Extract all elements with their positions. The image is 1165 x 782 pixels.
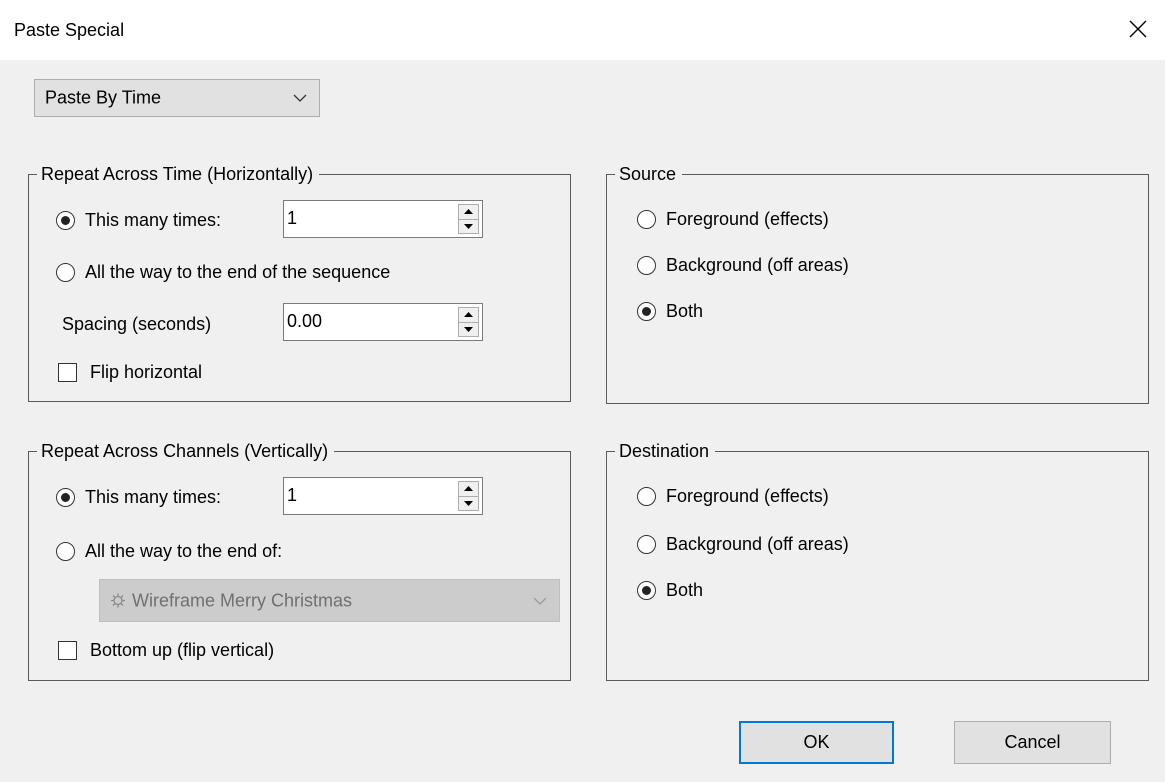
caret-down-icon [464,223,473,229]
cancel-button[interactable]: Cancel [954,721,1111,764]
source-background-label: Background (off areas) [666,254,849,275]
source-legend: Source [619,164,677,184]
repeat-channels-to-end-radio[interactable]: All the way to the end of: [56,539,282,563]
radio-unselected-icon [637,534,656,554]
source-both-radio[interactable]: Both [637,299,703,323]
radio-unselected-icon [637,255,656,275]
repeat-channels-to-end-label: All the way to the end of: [85,540,283,561]
caret-up-icon [464,209,473,215]
chevron-down-icon [533,597,547,605]
destination-both-radio[interactable]: Both [637,578,703,602]
gear-icon [111,593,125,608]
repeat-channels-legend: Repeat Across Channels (Vertically) [41,441,329,461]
close-button[interactable] [1121,12,1155,46]
repeat-time-count-label: This many times: [85,209,222,230]
destination-foreground-radio[interactable]: Foreground (effects) [637,484,829,508]
source-foreground-label: Foreground (effects) [666,208,829,229]
repeat-time-count-stepper[interactable] [283,200,483,238]
repeat-time-legend: Repeat Across Time (Horizontally) [41,164,314,184]
target-model-dropdown[interactable]: Wireframe Merry Christmas [99,579,560,622]
dialog-title: Paste Special [14,20,125,40]
chevron-down-icon [293,94,307,102]
caret-up-icon [464,312,473,318]
repeat-channels-count-radio[interactable]: This many times: [56,485,221,509]
source-both-label: Both [666,300,704,321]
spacing-stepper[interactable] [283,303,483,341]
destination-legend: Destination [619,441,710,461]
radio-unselected-icon [637,486,656,506]
repeat-channels-count-input[interactable] [287,482,437,508]
source-background-radio[interactable]: Background (off areas) [637,253,849,277]
repeat-channels-count-label: This many times: [85,486,222,507]
target-model-value-wrap: Wireframe Merry Christmas [110,590,352,611]
spin-up-button[interactable] [458,307,479,323]
spin-down-button[interactable] [458,496,479,511]
radio-unselected-icon [56,541,75,561]
caret-down-icon [464,500,473,506]
destination-background-radio[interactable]: Background (off areas) [637,532,849,556]
repeat-time-count-input[interactable] [287,205,437,231]
paste-mode-value: Paste By Time [45,87,162,108]
checkbox-unchecked-icon [58,362,77,382]
ok-button[interactable]: OK [739,721,894,764]
paste-mode-dropdown[interactable]: Paste By Time [34,79,320,117]
repeat-channels-count-stepper[interactable] [283,477,483,515]
caret-down-icon [464,326,473,332]
bottom-up-label: Bottom up (flip vertical) [90,639,275,660]
repeat-time-to-end-label: All the way to the end of the sequence [85,261,391,282]
destination-background-label: Background (off areas) [666,533,849,554]
radio-selected-icon [637,580,656,600]
radio-selected-icon [56,210,75,230]
spin-down-button[interactable] [458,322,479,337]
spin-up-button[interactable] [458,204,479,220]
spacing-label: Spacing (seconds) [62,313,212,334]
repeat-time-to-end-radio[interactable]: All the way to the end of the sequence [56,260,390,284]
flip-horizontal-checkbox[interactable]: Flip horizontal [58,360,202,384]
radio-unselected-icon [637,209,656,229]
close-icon [1129,20,1147,38]
bottom-up-checkbox[interactable]: Bottom up (flip vertical) [58,638,274,662]
flip-horizontal-label: Flip horizontal [90,361,203,382]
spin-up-button[interactable] [458,481,479,497]
checkbox-unchecked-icon [58,640,77,660]
radio-selected-icon [637,301,656,321]
title-bar: Paste Special [0,0,1165,60]
destination-foreground-label: Foreground (effects) [666,485,829,506]
destination-group: Destination [606,441,1149,681]
caret-up-icon [464,486,473,492]
spacing-input[interactable] [287,308,437,334]
target-model-value: Wireframe Merry Christmas [132,590,353,610]
spacing-label-row: Spacing (seconds) [62,312,211,336]
destination-both-label: Both [666,579,704,600]
source-group: Source [606,164,1149,404]
source-foreground-radio[interactable]: Foreground (effects) [637,207,829,231]
repeat-time-count-radio[interactable]: This many times: [56,208,221,232]
spin-down-button[interactable] [458,219,479,234]
radio-selected-icon [56,487,75,507]
radio-unselected-icon [56,262,75,282]
